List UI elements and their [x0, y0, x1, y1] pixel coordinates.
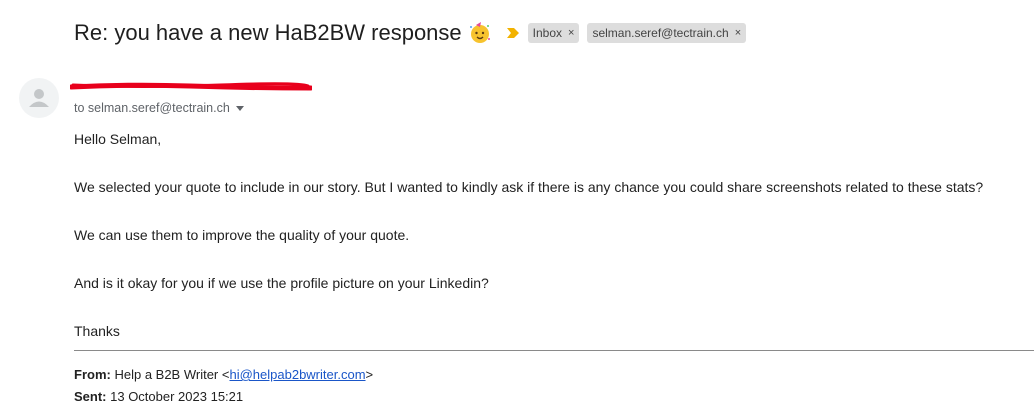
from-label: From: — [74, 367, 111, 382]
from-email-link[interactable]: hi@helpab2bwriter.com — [229, 367, 365, 382]
body-paragraph-1: We selected your quote to include in our… — [74, 179, 984, 195]
from-suffix: > — [365, 367, 374, 382]
greeting: Hello Selman, — [74, 131, 162, 147]
sender-avatar[interactable] — [19, 78, 59, 118]
sent-value: 13 October 2023 15:21 — [110, 389, 244, 401]
label-chip-text: Inbox — [532, 26, 563, 40]
body-paragraph-2: We can use them to improve the quality o… — [74, 227, 410, 243]
closing: Thanks — [74, 323, 120, 339]
label-chip-account: selman.seref@tectrain.ch × — [587, 23, 747, 43]
sent-label: Sent: — [74, 389, 107, 401]
quoted-divider — [74, 350, 1034, 351]
subject-row: Re: you have a new HaB2BW response Inbox… — [74, 20, 747, 46]
remove-label-button[interactable]: × — [735, 27, 741, 39]
email-view: Re: you have a new HaB2BW response Inbox… — [0, 0, 1034, 401]
quoted-from: From: Help a B2B Writer <hi@helpab2bwrit… — [74, 367, 373, 382]
label-chip-text: selman.seref@tectrain.ch — [592, 26, 729, 40]
label-chip-inbox: Inbox × — [527, 23, 580, 43]
importance-marker-icon[interactable] — [506, 26, 520, 40]
recipient-details-dropdown-icon[interactable] — [235, 105, 244, 111]
recipient-text: to selman.seref@tectrain.ch — [74, 101, 230, 115]
email-subject: Re: you have a new HaB2BW response — [74, 20, 462, 45]
remove-label-button[interactable]: × — [568, 27, 574, 39]
quoted-sent: Sent: 13 October 2023 15:21 — [74, 389, 243, 401]
from-name: Help a B2B Writer < — [114, 367, 230, 382]
partying-face-icon — [468, 21, 492, 45]
recipient-line: to selman.seref@tectrain.ch — [74, 101, 244, 115]
body-paragraph-3: And is it okay for you if we use the pro… — [74, 275, 489, 291]
sender-name-redacted — [70, 82, 312, 91]
person-icon — [29, 89, 49, 107]
